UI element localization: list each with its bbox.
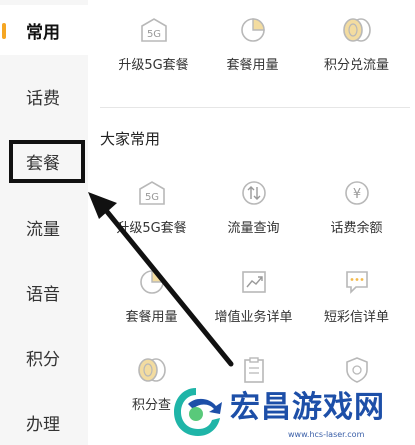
watermark-logo-icon xyxy=(166,382,226,445)
service-package-usage[interactable]: 套餐用量 xyxy=(97,266,206,325)
watermark-title: 宏昌游戏网 xyxy=(230,390,385,425)
highlight-box xyxy=(9,140,85,183)
sidebar-item-label: 语音 xyxy=(26,284,60,305)
category-sidebar: 常用 话费 套餐 流量 语音 积分 办理 xyxy=(0,0,88,445)
sidebar-item-label: 办理 xyxy=(26,414,60,435)
svg-text:5G: 5G xyxy=(144,192,158,203)
5g-icon: 5G xyxy=(138,14,170,46)
service-package-usage-top[interactable]: 套餐用量 xyxy=(198,14,307,73)
sidebar-item-changyong[interactable]: 常用 xyxy=(0,5,88,55)
yuan-coin-icon: ¥ xyxy=(341,177,373,209)
data-exchange-icon xyxy=(238,177,270,209)
service-label: 套餐用量 xyxy=(125,310,178,325)
service-sms-details[interactable]: 短彩信详单 xyxy=(302,266,411,325)
sidebar-item-huafei[interactable]: 话费 xyxy=(0,71,88,121)
service-label: 增值业务详单 xyxy=(214,310,293,325)
service-points-for-data-top[interactable]: 积分兑流量 xyxy=(302,14,411,73)
sidebar-item-jifen[interactable]: 积分 xyxy=(0,332,88,382)
active-indicator xyxy=(2,23,6,39)
trend-chart-icon xyxy=(238,266,270,298)
service-upgrade-5g-top[interactable]: 5G 升级5G套餐 xyxy=(99,14,208,73)
sidebar-item-label: 话费 xyxy=(26,88,60,109)
message-icon xyxy=(341,266,373,298)
sidebar-item-banli[interactable]: 办理 xyxy=(0,397,88,445)
section-divider xyxy=(100,107,410,108)
watermark: 宏昌游戏网 www.hcs-laser.com xyxy=(160,378,415,445)
pie-chart-icon xyxy=(136,266,168,298)
service-data-query[interactable]: 流量查询 xyxy=(199,177,308,236)
sidebar-item-label: 积分 xyxy=(26,349,60,370)
pie-chart-icon xyxy=(237,14,269,46)
sidebar-item-label: 流量 xyxy=(26,219,60,240)
service-balance[interactable]: ¥ 话费余额 xyxy=(302,177,411,236)
service-label: 升级5G套餐 xyxy=(118,58,189,73)
coins-icon xyxy=(341,14,373,46)
sidebar-item-label: 常用 xyxy=(26,22,60,43)
svg-text:5G: 5G xyxy=(146,29,160,40)
service-upgrade-5g[interactable]: 5G 升级5G套餐 xyxy=(97,177,206,236)
watermark-url: www.hcs-laser.com xyxy=(288,430,365,439)
sidebar-item-yuyin[interactable]: 语音 xyxy=(0,267,88,317)
service-label: 流量查询 xyxy=(227,221,280,236)
service-label: 短彩信详单 xyxy=(323,310,389,325)
svg-text:¥: ¥ xyxy=(352,187,360,202)
service-label: 升级5G套餐 xyxy=(116,221,187,236)
service-label: 话费余额 xyxy=(330,221,383,236)
section-title: 大家常用 xyxy=(100,130,161,148)
service-label: 积分兑流量 xyxy=(323,58,389,73)
service-value-added-details[interactable]: 增值业务详单 xyxy=(199,266,308,325)
sidebar-item-liuliang[interactable]: 流量 xyxy=(0,202,88,252)
5g-icon: 5G xyxy=(136,177,168,209)
service-label: 套餐用量 xyxy=(226,58,279,73)
